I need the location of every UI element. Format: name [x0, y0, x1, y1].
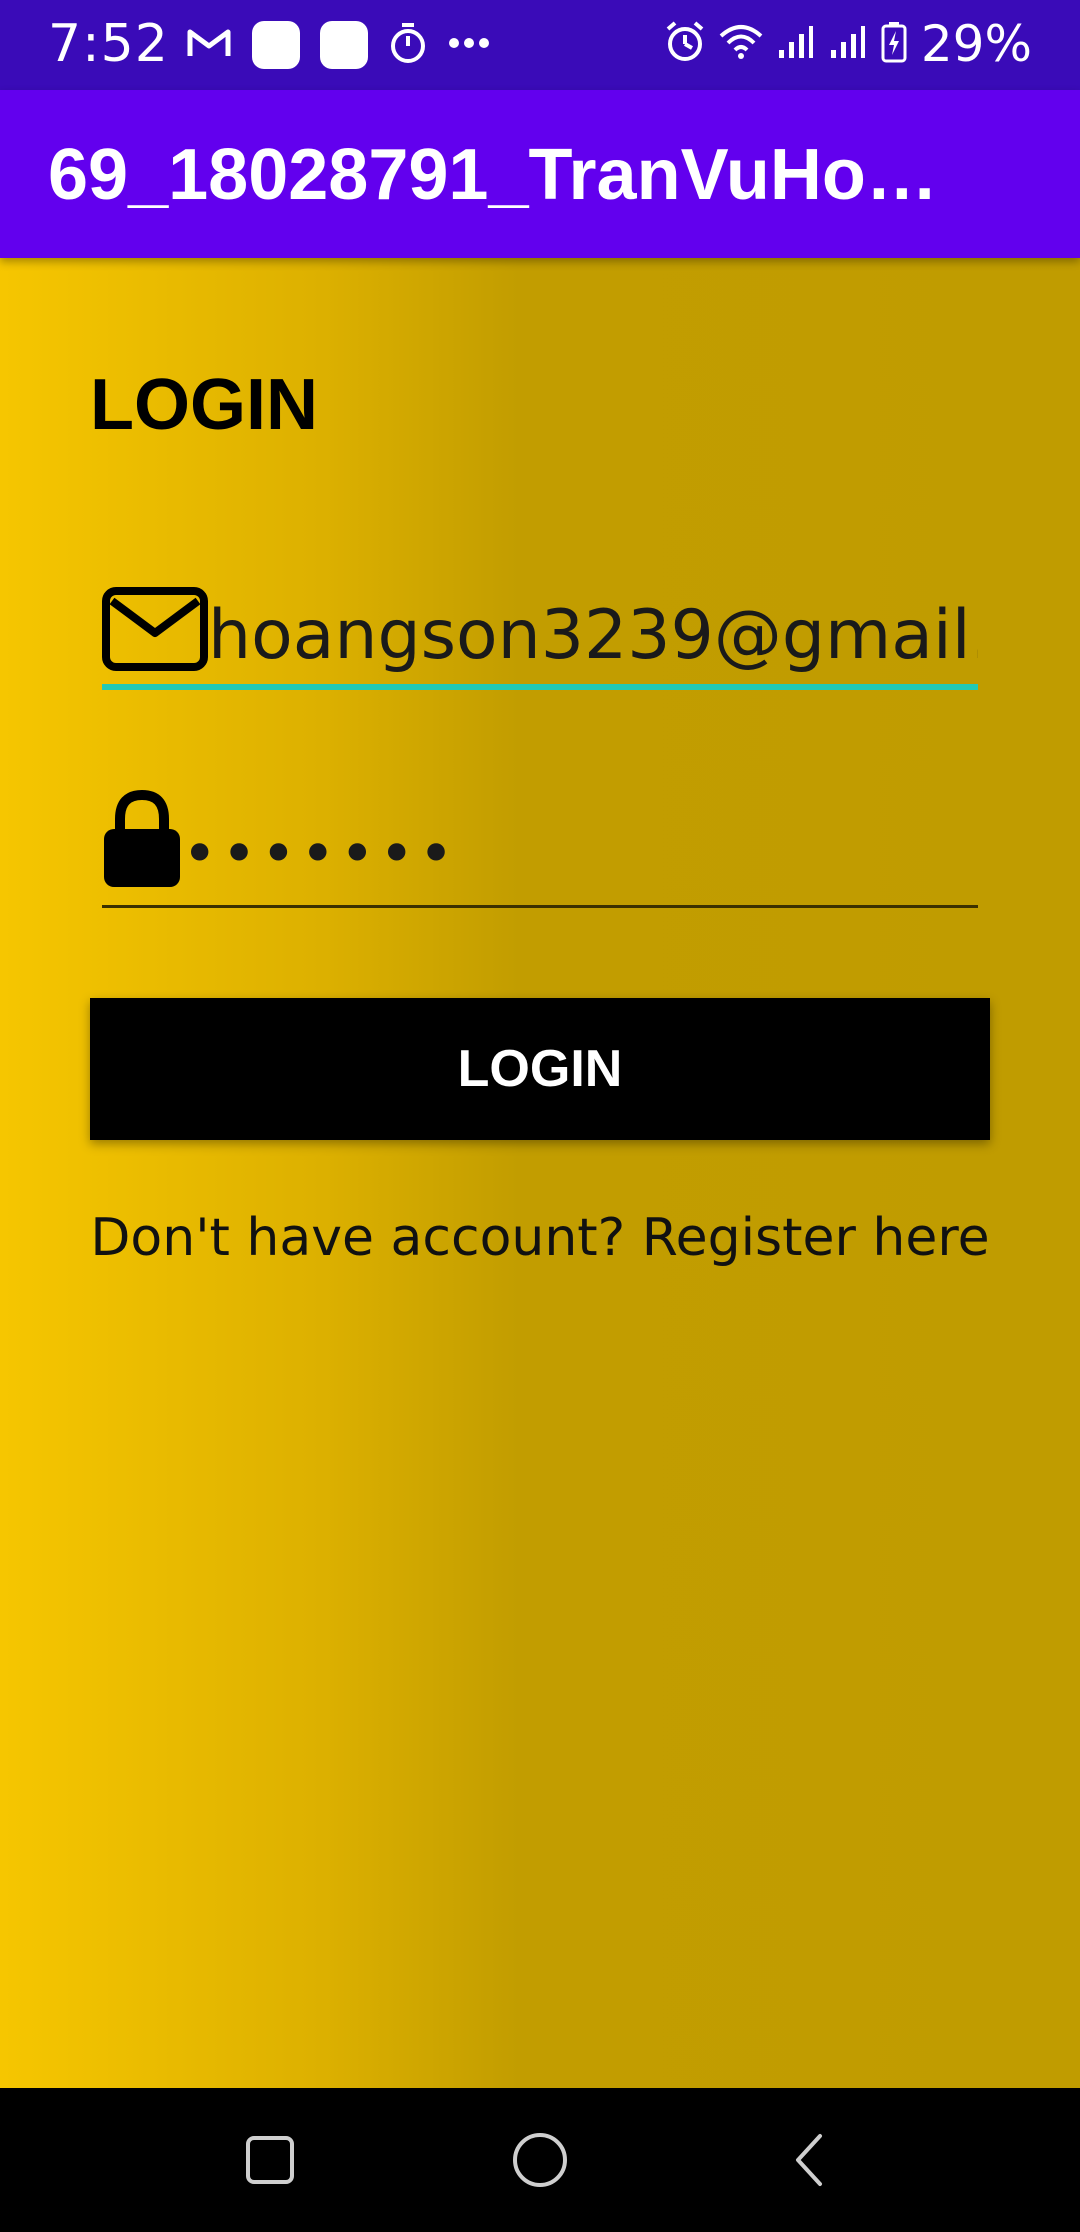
page-title: LOGIN — [90, 365, 318, 445]
app-bar: 69_18028791_TranVuHo… — [0, 90, 1080, 258]
signal-icon — [777, 24, 815, 65]
signal-icon — [829, 24, 867, 65]
more-icon — [448, 36, 490, 54]
status-time: 7:52 — [48, 14, 169, 74]
wifi-icon — [719, 24, 763, 65]
timer-icon — [388, 21, 428, 70]
battery-percentage: 29% — [920, 15, 1032, 73]
home-icon[interactable] — [504, 2124, 576, 2196]
notification-icon — [252, 21, 300, 69]
battery-charging-icon — [881, 21, 907, 68]
register-link[interactable]: Don't have account? Register here — [0, 1208, 1080, 1268]
alarm-icon — [665, 20, 705, 68]
password-underline — [102, 905, 978, 908]
status-system-icons: 29% — [665, 14, 1032, 74]
back-icon[interactable] — [774, 2124, 846, 2196]
notification-icon — [320, 21, 368, 69]
status-notification-icons — [186, 18, 490, 72]
gmail-icon — [186, 26, 232, 65]
login-screen: LOGIN hoangson3239@gmail.co ••••••• LOG — [0, 258, 1080, 2088]
login-button[interactable]: LOGIN — [90, 998, 990, 1140]
status-bar: 7:52 29% — [0, 0, 1080, 90]
email-input[interactable]: hoangson3239@gmail.co — [208, 596, 978, 676]
email-underline — [102, 684, 978, 690]
mail-icon — [102, 587, 208, 676]
screen: 7:52 29% 69_18028791_TranVuHo… LOGIN hoa… — [0, 0, 1080, 2232]
lock-icon — [102, 789, 182, 894]
app-title: 69_18028791_TranVuHo… — [48, 135, 938, 215]
password-input[interactable]: ••••••• — [182, 814, 952, 894]
navigation-bar — [0, 2088, 1080, 2232]
recents-icon[interactable] — [234, 2124, 306, 2196]
password-field[interactable]: ••••••• — [102, 789, 978, 908]
email-field[interactable]: hoangson3239@gmail.co — [102, 580, 978, 690]
